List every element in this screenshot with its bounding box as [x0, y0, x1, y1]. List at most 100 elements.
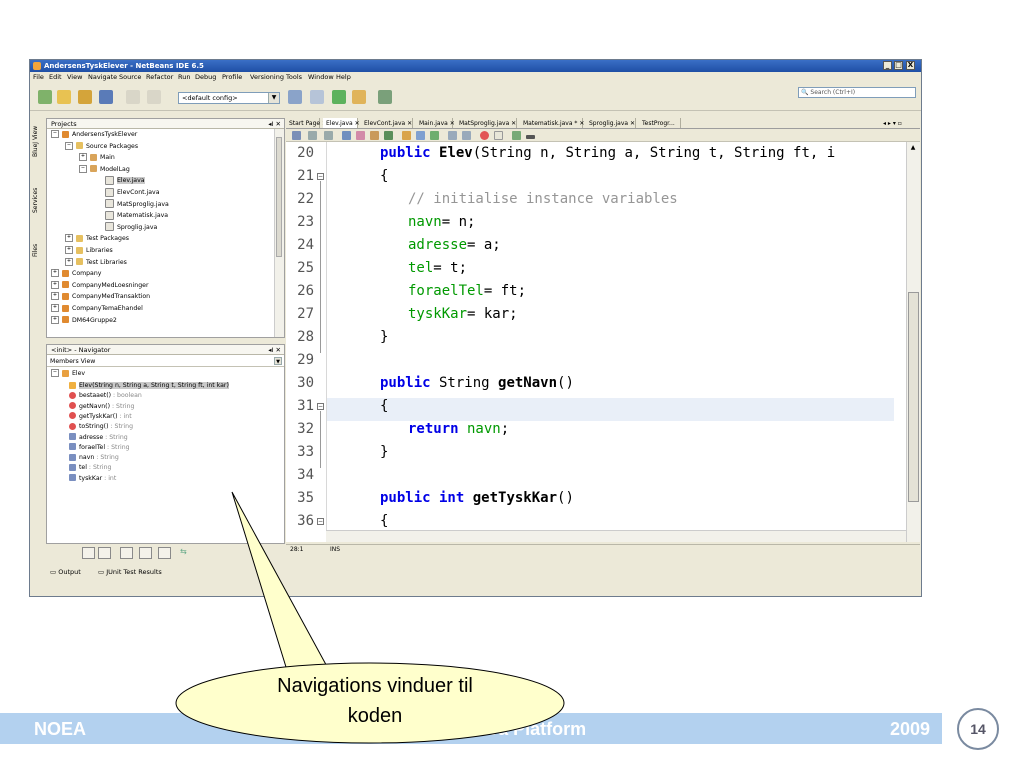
menu-file[interactable]: File: [33, 72, 44, 83]
code-line-31[interactable]: {: [380, 395, 388, 418]
editor-tab[interactable]: Matematisk.java * ✕: [520, 118, 584, 128]
tree-node[interactable]: Matematisk.java: [93, 210, 168, 222]
stop-macro-icon[interactable]: [480, 131, 489, 140]
clean-build-icon[interactable]: [310, 90, 324, 104]
expand-icon[interactable]: +: [51, 315, 59, 324]
collapse-icon[interactable]: −: [65, 141, 73, 150]
menu-run[interactable]: Run: [178, 72, 190, 83]
expand-icon[interactable]: +: [65, 257, 73, 266]
chevron-down-icon[interactable]: ▼: [274, 357, 282, 365]
debug-icon[interactable]: [352, 90, 366, 104]
editor-vertical-scrollbar[interactable]: ▲: [906, 142, 920, 542]
code-line-22[interactable]: // initialise instance variables: [408, 188, 678, 211]
new-project-icon[interactable]: [57, 90, 71, 104]
tree-node[interactable]: MatSproglig.java: [93, 199, 169, 211]
find-next-icon[interactable]: [370, 131, 379, 140]
source-icon[interactable]: [292, 131, 301, 140]
code-line-23[interactable]: navn= n;: [408, 211, 475, 234]
uncomment-icon[interactable]: [526, 135, 535, 139]
projects-scrollbar[interactable]: [274, 129, 284, 337]
editor-tab[interactable]: Elev.java ✕: [323, 118, 360, 128]
undo-icon[interactable]: [126, 90, 140, 104]
code-line-24[interactable]: adresse= a;: [408, 234, 501, 257]
toggle-highlight-icon[interactable]: [384, 131, 393, 140]
code-line-20[interactable]: public Elev(String n, String a, String t…: [380, 142, 835, 165]
tree-node[interactable]: Sproglig.java: [93, 222, 157, 234]
tree-node[interactable]: + Test Packages: [65, 233, 129, 245]
tree-node[interactable]: + Main: [79, 152, 115, 164]
fold-toggle-icon[interactable]: −: [317, 173, 324, 180]
search-input[interactable]: 🔍 Search (Ctrl+I): [798, 87, 916, 98]
forward-icon[interactable]: [324, 131, 333, 140]
code-line-32[interactable]: return navn;: [408, 418, 509, 441]
scroll-thumb[interactable]: [276, 137, 282, 257]
find-prev-icon[interactable]: [356, 131, 365, 140]
expand-icon[interactable]: +: [51, 280, 59, 289]
tree-node[interactable]: − AndersensTyskElever: [51, 129, 137, 141]
tree-node[interactable]: − Source Packages: [65, 141, 138, 153]
code-line-27[interactable]: tyskKar= kar;: [408, 303, 518, 326]
menu-refactor[interactable]: Refactor: [146, 72, 173, 83]
fold-toggle-icon[interactable]: −: [317, 518, 324, 525]
code-line-30[interactable]: public String getNavn(): [380, 372, 574, 395]
member-item[interactable]: tyskKar : int: [69, 473, 116, 485]
code-line-26[interactable]: foraelTel= ft;: [408, 280, 526, 303]
editor-tab[interactable]: MatSproglig.java ✕: [456, 118, 517, 128]
fold-toggle-icon[interactable]: −: [317, 403, 324, 410]
open-project-icon[interactable]: [78, 90, 92, 104]
members-view-select[interactable]: Members View ▼: [47, 356, 284, 367]
filter-static-icon[interactable]: [98, 547, 111, 559]
menu-profile[interactable]: Profile: [222, 72, 242, 83]
code-line-25[interactable]: tel= t;: [408, 257, 467, 280]
tab-nav-controls[interactable]: ◂ ▸ ▾ ▫: [883, 119, 919, 129]
sort-az-icon[interactable]: [158, 547, 171, 559]
run-icon[interactable]: [332, 90, 346, 104]
panel-controls[interactable]: ◂I ✕: [268, 119, 281, 129]
junit-results-tab[interactable]: ▭ JUnit Test Results: [98, 566, 162, 578]
code-line-28[interactable]: }: [380, 326, 388, 349]
panel-controls[interactable]: ◂I ✕: [268, 345, 281, 355]
menu-debug[interactable]: Debug: [195, 72, 216, 83]
shift-right-icon[interactable]: [462, 131, 471, 140]
tree-node[interactable]: + DM64Gruppe2: [51, 315, 117, 327]
new-file-icon[interactable]: [38, 90, 52, 104]
collapse-icon[interactable]: −: [79, 164, 87, 173]
collapse-icon[interactable]: −: [51, 369, 59, 377]
tree-node[interactable]: + Test Libraries: [65, 257, 127, 269]
expand-icon[interactable]: +: [51, 292, 59, 301]
editor-tab[interactable]: ElevCont.java ✕: [361, 118, 413, 128]
scroll-up-icon[interactable]: ▲: [909, 144, 917, 152]
config-select[interactable]: <default config> ▼: [178, 92, 280, 104]
editor-tab[interactable]: Start Page ✕: [286, 118, 327, 128]
menu-source[interactable]: Source: [119, 72, 141, 83]
expand-icon[interactable]: +: [79, 153, 87, 162]
tree-node[interactable]: + CompanyMedTransaktion: [51, 291, 150, 303]
menu-view[interactable]: View: [67, 72, 82, 83]
find-icon[interactable]: [342, 131, 351, 140]
tree-node[interactable]: ElevCont.java: [93, 187, 159, 199]
tree-node[interactable]: Elev.java: [93, 175, 145, 187]
expand-icon[interactable]: +: [65, 246, 73, 254]
editor-tab[interactable]: Sproglig.java ✕: [586, 118, 636, 128]
code-editor[interactable]: 20 21−22 23 24 25 26 27 28 29 30 31−32 33 34 35 36− pu…: [286, 142, 920, 542]
editor-horizontal-scrollbar[interactable]: [326, 530, 906, 542]
filter-inherited-icon[interactable]: [120, 547, 133, 559]
menu-tools[interactable]: Tools: [286, 72, 302, 83]
profile-icon[interactable]: [378, 90, 392, 104]
code-line-33[interactable]: }: [380, 441, 388, 464]
next-bookmark-icon[interactable]: [416, 131, 425, 140]
back-icon[interactable]: [308, 131, 317, 140]
filter-nonpublic-icon[interactable]: [139, 547, 152, 559]
expand-icon[interactable]: ⇆: [180, 547, 193, 559]
prev-bookmark-icon[interactable]: [402, 131, 411, 140]
tree-node[interactable]: + Company: [51, 268, 101, 280]
menu-window[interactable]: Window: [308, 72, 334, 83]
menu-versioning[interactable]: Versioning: [250, 72, 284, 83]
menu-edit[interactable]: Edit: [49, 72, 62, 83]
shift-left-icon[interactable]: [448, 131, 457, 140]
scroll-thumb[interactable]: [908, 292, 919, 502]
filter-fields-icon[interactable]: [82, 547, 95, 559]
tree-node[interactable]: − ModelLag: [79, 164, 130, 176]
expand-icon[interactable]: +: [51, 304, 59, 312]
menu-navigate[interactable]: Navigate: [88, 72, 117, 83]
